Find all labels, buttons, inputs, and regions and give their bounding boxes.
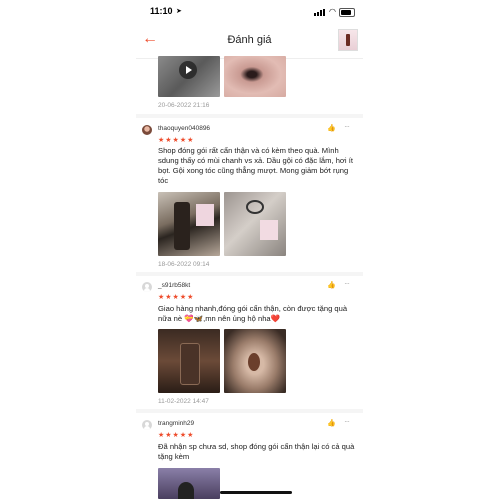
thumbs-up-icon[interactable]: 👍 — [327, 124, 336, 132]
review-video-thumbnail[interactable] — [158, 56, 220, 97]
review-image[interactable] — [224, 56, 286, 97]
product-thumbnail[interactable] — [338, 29, 358, 51]
avatar[interactable] — [142, 282, 152, 292]
signal-icon — [314, 9, 326, 16]
divider — [136, 114, 363, 118]
avatar[interactable] — [142, 420, 152, 430]
more-options-icon[interactable]: ··· — [344, 122, 350, 131]
review-date: 18-06-2022 09:14 — [158, 261, 210, 268]
more-options-icon[interactable]: ··· — [344, 279, 350, 288]
review-image[interactable] — [158, 329, 220, 393]
divider — [136, 409, 363, 413]
review-image[interactable] — [224, 329, 286, 393]
header-bar: ← Đánh giá — [136, 24, 363, 59]
review-image[interactable] — [158, 468, 220, 499]
phone-screen: 11:10 ➤ ◠ ← Đánh giá 20-06-2022 21:16 th… — [136, 0, 363, 499]
more-options-icon[interactable]: ··· — [344, 417, 350, 426]
star-rating: ★★★★★ — [158, 432, 195, 439]
review-username: _s91rb58kt — [158, 282, 191, 289]
page-title: Đánh giá — [227, 34, 272, 46]
status-time: 11:10 — [150, 6, 173, 16]
wifi-icon: ◠ — [329, 7, 336, 16]
divider — [136, 272, 363, 276]
play-icon[interactable] — [179, 61, 197, 79]
review-comment: Shop đóng gói rất cẩn thận và có kèm the… — [158, 146, 353, 185]
review-comment: Giao hàng nhanh,đóng gói cẩn thận, còn đ… — [158, 304, 348, 323]
location-arrow-icon: ➤ — [176, 8, 182, 15]
home-indicator — [220, 491, 292, 494]
review-username: thaoquyen040896 — [158, 125, 211, 132]
review-image[interactable] — [224, 192, 286, 256]
thumbs-up-icon[interactable]: 👍 — [327, 281, 336, 289]
review-date: 11-02-2022 14:47 — [158, 398, 209, 405]
review-image[interactable] — [158, 192, 220, 256]
battery-icon — [339, 8, 355, 17]
avatar[interactable] — [142, 125, 152, 135]
review-comment: Đã nhận sp chưa sd, shop đóng gói cẩn th… — [158, 442, 355, 461]
star-rating: ★★★★★ — [158, 137, 195, 144]
status-bar: 11:10 ➤ ◠ — [136, 0, 363, 24]
star-rating: ★★★★★ — [158, 294, 195, 301]
thumbs-up-icon[interactable]: 👍 — [327, 419, 336, 427]
review-username: trangminh29 — [158, 420, 195, 427]
review-date: 20-06-2022 21:16 — [158, 102, 210, 109]
